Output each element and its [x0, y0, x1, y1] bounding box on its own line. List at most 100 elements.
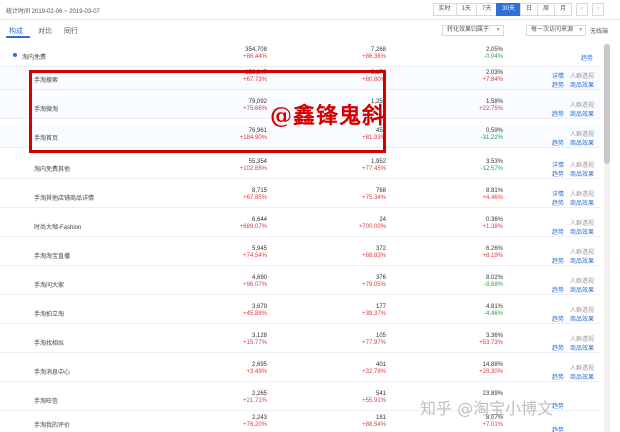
range-1day-button[interactable]: 1天 — [455, 3, 477, 16]
device-filter-label[interactable]: 无线端 — [590, 26, 608, 35]
trend-link[interactable]: 趋势 — [552, 425, 564, 432]
visitors-cell: 2,695 +3.49% — [246, 362, 267, 375]
trend-link[interactable]: 趋势 — [552, 138, 564, 147]
audience-link[interactable]: 人群透视 — [570, 160, 594, 169]
scroll-thumb[interactable] — [604, 44, 610, 164]
trend-link[interactable]: 趋势 — [552, 285, 564, 294]
buyers-change: +55.91% — [362, 398, 386, 404]
tab-composition[interactable]: 构成 — [9, 26, 23, 36]
trend-link[interactable]: 趋势 — [552, 169, 564, 178]
trend-link[interactable]: 趋势 — [552, 372, 564, 381]
next-period-button[interactable]: › — [592, 3, 604, 16]
visitors-change: +45.88% — [243, 311, 267, 317]
conversion-change: -31.22% — [480, 135, 503, 141]
visitors-value: 3,128 — [251, 333, 267, 339]
audience-link[interactable]: 人群透视 — [570, 363, 594, 372]
product-effect-link[interactable]: 商品效果 — [570, 138, 594, 147]
product-effect-link[interactable]: 商品效果 — [570, 169, 594, 178]
range-realtime-button[interactable]: 实时 — [432, 3, 457, 16]
conversion-value: 6.26% — [485, 246, 503, 252]
visitors-cell: 2,265 +21.71% — [243, 391, 267, 404]
trend-link[interactable]: 趋势 — [552, 343, 564, 352]
conversion-cell: 4.81% -4.46% — [484, 304, 503, 317]
visitors-value: 2,243 — [251, 415, 267, 421]
buyers-cell: 401 +32.78% — [362, 362, 386, 375]
tab-compare[interactable]: 对比 — [38, 26, 52, 36]
visitors-change: +74.54% — [243, 253, 267, 259]
audience-link[interactable]: 人群透视 — [570, 247, 594, 256]
visitors-cell: 3,679 +45.88% — [243, 304, 267, 317]
expand-dot-icon[interactable] — [13, 53, 17, 57]
visitors-value: 6,644 — [251, 217, 267, 223]
trend-link[interactable]: 趋势 — [552, 109, 564, 118]
source-name: 手淘我的评价 — [34, 423, 71, 429]
source-name: 淘内免费 — [22, 55, 47, 61]
table-row: 淘内免费 354,708 +86.44% 7,268 +86.36% 2.05% -0… — [0, 44, 600, 67]
audience-link[interactable]: 人群透视 — [570, 129, 594, 138]
source-name: 时尚大咖-Fashion — [34, 225, 82, 231]
buyers-cell: 768 +75.34% — [362, 188, 386, 201]
visitors-value: 8,715 — [251, 188, 267, 194]
range-week-button[interactable]: 周 — [536, 3, 555, 16]
buyers-cell: 372 +88.83% — [362, 246, 386, 259]
conversion-change: -12.57% — [480, 166, 503, 172]
trend-link[interactable]: 趋势 — [552, 198, 564, 207]
conversion-value: 1.58% — [485, 99, 503, 105]
conversion-cell: 6.26% +8.19% — [482, 246, 503, 259]
conversion-change: +8.19% — [482, 253, 503, 259]
buyers-change: +700.00% — [358, 224, 386, 230]
details-link[interactable]: 详情 — [552, 160, 564, 169]
product-effect-link[interactable]: 商品效果 — [570, 227, 594, 236]
conversion-value: 0.59% — [485, 128, 503, 134]
table-row: 手淘拍立淘 3,679 +45.88% 177 +39.37% 4.81% -4.46… — [0, 301, 600, 324]
audience-link[interactable]: 人群透视 — [570, 334, 594, 343]
trend-link[interactable]: 趋势 — [552, 256, 564, 265]
audience-link[interactable]: 人群透视 — [570, 276, 594, 285]
product-effect-link[interactable]: 商品效果 — [570, 198, 594, 207]
buyers-cell: 376 +79.05% — [362, 275, 386, 288]
product-effect-link[interactable]: 商品效果 — [570, 109, 594, 118]
conversion-value: 3.53% — [485, 159, 503, 165]
buyers-change: +86.36% — [362, 54, 386, 60]
table-row: 手淘找相似 3,128 +15.77% 105 +77.97% 3.36% +53.7… — [0, 330, 600, 353]
audience-link[interactable]: 人群透视 — [570, 218, 594, 227]
tab-peers[interactable]: 同行 — [64, 26, 78, 36]
trend-link[interactable]: 趋势 — [552, 80, 564, 89]
visitors-change: +15.77% — [243, 340, 267, 346]
audience-link[interactable]: 人群透视 — [570, 100, 594, 109]
trend-link[interactable]: 趋势 — [552, 314, 564, 323]
audience-link[interactable]: 人群透视 — [570, 305, 594, 314]
product-effect-link[interactable]: 商品效果 — [570, 285, 594, 294]
trend-link[interactable]: 趋势 — [552, 227, 564, 236]
buyers-cell: 105 +77.97% — [362, 333, 386, 346]
conversion-change: +4.46% — [482, 195, 503, 201]
range-7day-button[interactable]: 7天 — [475, 3, 498, 16]
product-effect-link[interactable]: 商品效果 — [570, 314, 594, 323]
buyers-value: 768 — [375, 188, 386, 194]
product-effect-link[interactable]: 商品效果 — [570, 256, 594, 265]
trend-link[interactable]: 趋势 — [581, 53, 593, 62]
prev-period-button[interactable]: ‹ — [576, 3, 588, 16]
details-link[interactable]: 详情 — [552, 71, 564, 80]
range-month-button[interactable]: 月 — [553, 3, 572, 16]
audience-link[interactable]: 人群透视 — [570, 189, 594, 198]
table-row: 手淘问大家 4,690 +96.07% 376 +79.05% 8.02% -8.68… — [0, 272, 600, 295]
buyers-value: 24 — [379, 217, 386, 223]
range-day-button[interactable]: 日 — [519, 3, 538, 16]
details-link[interactable]: 详情 — [552, 189, 564, 198]
attribution-select[interactable]: 转化效果归属于: ▼ — [442, 25, 504, 36]
product-effect-link[interactable]: 商品效果 — [570, 80, 594, 89]
visitors-value: 3,679 — [251, 304, 267, 310]
chevron-down-icon: ▼ — [495, 27, 501, 33]
visit-source-select[interactable]: 每一次访问来源 ▼ — [526, 25, 587, 36]
vertical-scrollbar[interactable] — [604, 44, 610, 432]
source-name: 手淘旺信 — [34, 399, 59, 405]
product-effect-link[interactable]: 商品效果 — [570, 343, 594, 352]
top-bar: 统计时间 2019-02-06 ~ 2019-03-07 实时 1天 7天 30… — [0, 0, 620, 20]
trend-link[interactable]: 趋势 — [552, 401, 564, 410]
conversion-cell: 3.53% -12.57% — [481, 159, 503, 172]
visitors-value: 354,708 — [245, 47, 267, 53]
audience-link[interactable]: 人群透视 — [570, 71, 594, 80]
product-effect-link[interactable]: 商品效果 — [570, 372, 594, 381]
range-30day-button[interactable]: 30天 — [496, 3, 521, 16]
